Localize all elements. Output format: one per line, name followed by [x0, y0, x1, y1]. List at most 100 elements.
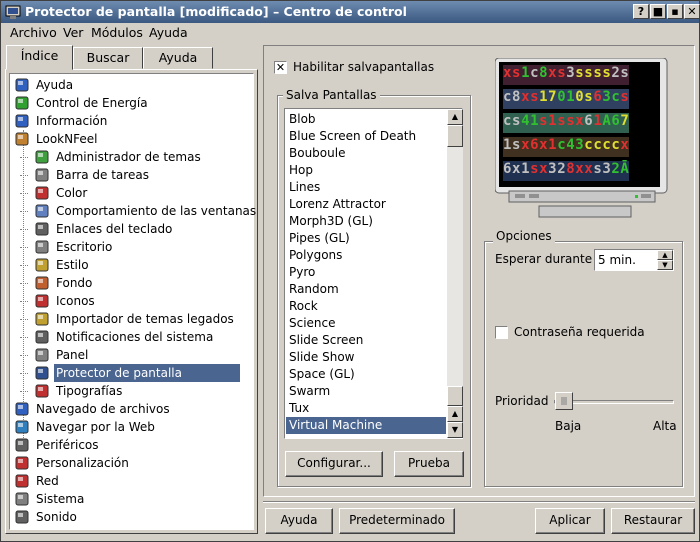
spin-down-icon[interactable]: ▼ [657, 260, 673, 270]
network-icon [15, 474, 29, 488]
tree-branch-line [20, 193, 28, 194]
preview-screen: xs1c8xs3ssss2s c8xs17010s63cs cs41s1ssx61A… [499, 62, 660, 187]
tree-item-label: Navegado de archivos [36, 402, 170, 416]
web-icon [15, 420, 29, 434]
screensaver-list-item[interactable]: Pyro [289, 264, 315, 281]
screensaver-list-item[interactable]: Rock [289, 298, 318, 315]
app-icon[interactable] [5, 4, 21, 20]
preview-glyph: x [620, 137, 630, 153]
tree-item-label: Barra de tareas [56, 168, 149, 182]
help-title-button[interactable]: ? [633, 4, 649, 19]
test-button[interactable]: Prueba [394, 451, 464, 477]
preview-glyph: x [584, 161, 594, 177]
wait-label: Esperar durante [495, 252, 593, 266]
tree-item-label: Periféricos [36, 438, 99, 452]
tab-buscar[interactable]: Buscar [73, 47, 143, 69]
screensaver-list-item[interactable]: Virtual Machine [286, 417, 446, 434]
tree-branch-line [20, 211, 28, 212]
password-required-checkbox[interactable] [495, 326, 508, 339]
preview-glyph: s [557, 113, 567, 129]
screensaver-icon [35, 366, 49, 380]
wait-spinbox[interactable]: 5 min. ▲ ▼ [594, 249, 674, 271]
preview-glyph: s [593, 161, 603, 177]
menu-archivo[interactable]: Archivo [10, 25, 57, 40]
screensaver-list-item[interactable]: Pipes (GL) [289, 230, 350, 247]
tab-ayuda[interactable]: Ayuda [143, 47, 213, 69]
tree-item-label: Navegar por la Web [36, 420, 155, 434]
screensaver-list-item[interactable]: Morph3D (GL) [289, 213, 373, 230]
system-icon [15, 492, 29, 506]
enable-screensaver-checkbox[interactable]: ✕ [274, 61, 287, 74]
preview-glyph: x [503, 65, 513, 81]
screensaver-list-item[interactable]: Random [289, 281, 339, 298]
screensaver-list[interactable]: Blob Blue Screen of Death Bouboule Hop Lines… [284, 108, 463, 439]
preview-row: 6x1sx328xxs32Ā [503, 161, 630, 181]
tree-branch-line [20, 175, 28, 176]
scroll-thumb[interactable] [447, 125, 463, 147]
preview-glyph: 1 [593, 113, 603, 129]
preview-glyph: s [584, 89, 594, 105]
preview-glyph: x [539, 161, 549, 177]
tree-branch-line [20, 319, 28, 320]
scroll-up-button[interactable]: ▲ [447, 109, 463, 125]
icons-icon [35, 294, 49, 308]
menu-ayuda[interactable]: Ayuda [149, 25, 188, 40]
screensaver-list-item[interactable]: Slide Screen [289, 332, 363, 349]
close-button[interactable]: ✕ [684, 4, 700, 19]
tab-indice[interactable]: Índice [6, 45, 73, 70]
screensaver-list-item[interactable]: Lines [289, 179, 320, 196]
tree-branch-line [20, 391, 28, 392]
enable-screensaver-label[interactable]: Habilitar salvapantallas [293, 60, 434, 74]
preview-glyph: s [539, 113, 549, 129]
screensaver-list-item[interactable]: Blob [289, 111, 316, 128]
menu-ver[interactable]: Ver [63, 25, 83, 40]
tree-item-label: Importador de temas legados [56, 312, 234, 326]
preview-glyph: 1 [566, 89, 576, 105]
password-required-label[interactable]: Contraseña requerida [514, 325, 645, 339]
tree-branch-line [20, 373, 28, 374]
screensaver-list-item[interactable]: Space (GL) [289, 366, 355, 383]
apply-button[interactable]: Aplicar [535, 508, 605, 534]
configure-button[interactable]: Configurar... [285, 451, 383, 477]
tree-item-label: Información [36, 114, 108, 128]
scroll-down-button[interactable]: ▼ [447, 422, 463, 438]
minimize-button[interactable]: ■ [650, 4, 666, 19]
preview-row: 1sx6x1c43ccccx [503, 137, 630, 157]
screensaver-list-item[interactable]: Polygons [289, 247, 342, 264]
scroll-thumb-lower[interactable] [447, 386, 463, 406]
preview-glyph: s [566, 113, 576, 129]
screensaver-list-item[interactable]: Lorenz Attractor [289, 196, 386, 213]
preview-glyph: 3 [575, 137, 585, 153]
screensaver-list-item[interactable]: Hop [289, 162, 313, 179]
screensaver-list-item[interactable]: Bouboule [289, 145, 345, 162]
restore-button[interactable]: Restaurar [611, 508, 695, 534]
screensaver-list-item[interactable]: Blue Screen of Death [289, 128, 416, 145]
preview-row: xs1c8xs3ssss2s [503, 65, 630, 85]
screensaver-list-item[interactable]: Slide Show [289, 349, 354, 366]
help-icon [15, 78, 29, 92]
control-center-window: Protector de pantalla [modificado] – Cen… [0, 0, 700, 542]
help-button[interactable]: Ayuda [265, 508, 333, 534]
screensaver-list-item[interactable]: Swarm [289, 383, 330, 400]
tree-item-label: Sonido [36, 510, 77, 524]
preview-glyph: x [575, 161, 585, 177]
preview-glyph: 7 [548, 89, 558, 105]
wait-value[interactable]: 5 min. [598, 253, 636, 267]
menu-bar: Archivo Ver Módulos Ayuda [1, 23, 699, 43]
screensaver-list-item[interactable]: Science [289, 315, 336, 332]
menu-modulos[interactable]: Módulos [91, 25, 143, 40]
defaults-button[interactable]: Predeterminado [339, 508, 455, 534]
list-scrollbar[interactable]: ▲ ▲ ▼ [447, 109, 463, 438]
module-tree[interactable]: Ayuda Control de Energía Información LookNF… [9, 73, 256, 530]
priority-slider-handle[interactable] [555, 392, 573, 410]
tree-branch-line [20, 337, 28, 338]
preview-glyph: s [575, 65, 585, 81]
spin-up-icon[interactable]: ▲ [657, 250, 673, 260]
screensaver-list-item[interactable]: Tux [289, 400, 309, 417]
maximize-button[interactable]: ▪ [667, 4, 683, 19]
preview-glyph: s [512, 137, 522, 153]
tree-branch-line [20, 247, 28, 248]
title-bar[interactable]: Protector de pantalla [modificado] – Cen… [1, 1, 700, 23]
preview-glyph: c [503, 89, 513, 105]
scroll-up-button-lower[interactable]: ▲ [447, 406, 463, 422]
